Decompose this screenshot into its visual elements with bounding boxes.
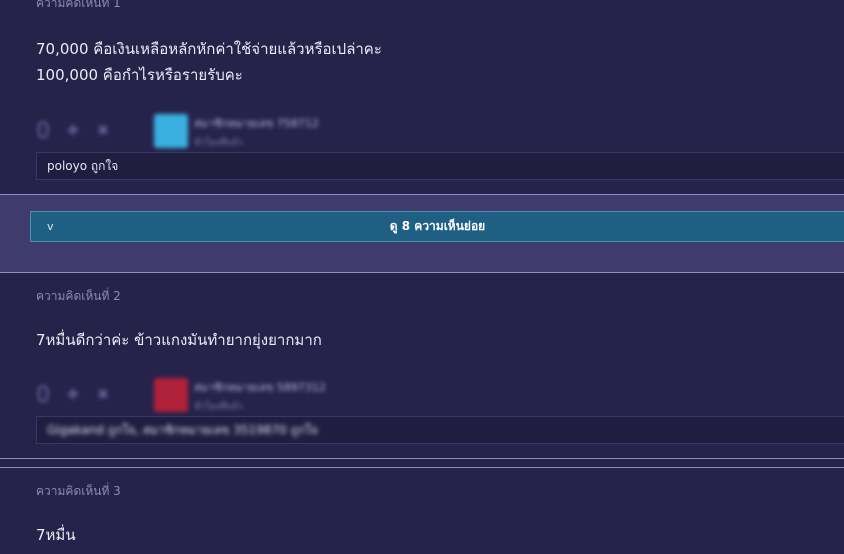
- chevron-down-icon: v: [47, 220, 54, 233]
- comment-body: 7หมื่น: [36, 522, 76, 548]
- comment-text-line: 7หมื่น: [36, 526, 76, 544]
- vote-row: 0 ✚ ✖ สมาชิกหมายเลข 5897312 ชั่วโมงที่แล…: [36, 378, 326, 413]
- vote-count: 0: [36, 382, 50, 408]
- comment-date: ชั่วโมงที่แล้ว: [194, 401, 243, 412]
- comment-body: 70,000 คือเงินเหลือหลักหักค่าใช้จ่ายแล้ว…: [36, 36, 382, 88]
- comment-date: ชั่วโมงที่แล้ว: [194, 137, 243, 148]
- comment-text-line: 70,000 คือเงินเหลือหลักหักค่าใช้จ่ายแล้ว…: [36, 40, 382, 58]
- comment-number-label: ความคิดเห็นที่ 3: [36, 484, 121, 498]
- emotion-text: poloyo ถูกใจ: [47, 158, 119, 173]
- vote-row: 0 ✚ ✖ สมาชิกหมายเลข 758712 ชั่วโมงที่แล้…: [36, 114, 319, 149]
- avatar[interactable]: [154, 114, 188, 148]
- emotion-box[interactable]: poloyo ถูกใจ: [36, 152, 844, 180]
- comment-body: 7หมื่นดีกว่าค่ะ ข้าวแกงมันทำยากยุ่งยากมา…: [36, 327, 322, 353]
- comment-number-label: ความคิดเห็นที่ 1: [36, 0, 121, 10]
- plus-icon[interactable]: ✚: [62, 120, 84, 142]
- username[interactable]: สมาชิกหมายเลข 758712: [194, 114, 319, 132]
- user-info: สมาชิกหมายเลข 5897312 ชั่วโมงที่แล้ว: [194, 378, 326, 413]
- emotion-box[interactable]: Gigakand ถูกใจ, สมาชิกหมายเลข 3519870 ถู…: [36, 416, 844, 444]
- comment-3: ความคิดเห็นที่ 3 7หมื่น: [0, 468, 844, 554]
- view-sub-comments-button[interactable]: v ดู 8 ความเห็นย่อย: [30, 211, 844, 242]
- minus-icon[interactable]: ✖: [92, 384, 114, 406]
- avatar[interactable]: [154, 378, 188, 412]
- user-info: สมาชิกหมายเลข 758712 ชั่วโมงที่แล้ว: [194, 114, 319, 149]
- vote-count: 0: [36, 118, 50, 144]
- comment-number-label: ความคิดเห็นที่ 2: [36, 289, 121, 303]
- comment-1: ความคิดเห็นที่ 1 70,000 คือเงินเหลือหลัก…: [0, 0, 844, 194]
- divider: [0, 458, 844, 459]
- username[interactable]: สมาชิกหมายเลข 5897312: [194, 378, 326, 396]
- plus-icon[interactable]: ✚: [62, 384, 84, 406]
- comment-2: ความคิดเห็นที่ 2 7หมื่นดีกว่าค่ะ ข้าวแกง…: [0, 273, 844, 458]
- minus-icon[interactable]: ✖: [92, 120, 114, 142]
- emotion-text: Gigakand ถูกใจ, สมาชิกหมายเลข 3519870 ถู…: [47, 422, 318, 437]
- view-sub-comments-label: ดู 8 ความเห็นย่อย: [389, 219, 486, 233]
- comment-text-line: 100,000 คือกำไรหรือรายรับคะ: [36, 66, 243, 84]
- comment-text-line: 7หมื่นดีกว่าค่ะ ข้าวแกงมันทำยากยุ่งยากมา…: [36, 331, 322, 349]
